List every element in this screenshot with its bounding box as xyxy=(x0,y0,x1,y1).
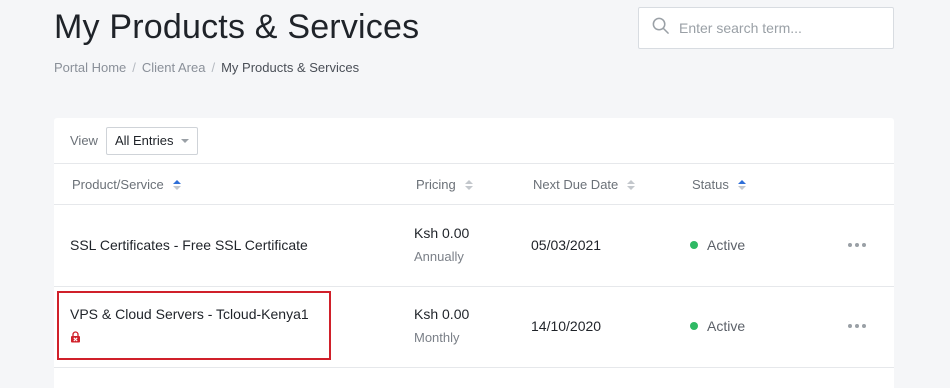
view-select[interactable]: All Entries xyxy=(105,126,199,155)
table-row[interactable]: SSL Certificates - Free SSL Certificate … xyxy=(54,206,894,287)
column-header-status[interactable]: Status xyxy=(692,177,746,192)
column-header-pricing[interactable]: Pricing xyxy=(416,177,473,192)
breadcrumb-portal-home[interactable]: Portal Home xyxy=(54,60,126,75)
status-badge: Active xyxy=(690,318,745,334)
sort-icon xyxy=(464,179,473,190)
status-label: Active xyxy=(707,237,746,253)
table-header: Product/Service Pricing Next Due Date St… xyxy=(54,164,894,205)
status-badge: Active xyxy=(690,237,745,253)
search-box[interactable] xyxy=(638,7,894,49)
pricing-cell: Ksh 0.00 Annually xyxy=(414,225,469,264)
sort-icon xyxy=(627,179,636,190)
product-name: SSL Certificates - Free SSL Certificate xyxy=(70,237,308,253)
product-cell: VPS & Cloud Servers - Tcloud-Kenya1 xyxy=(70,306,309,348)
next-due-date: 14/10/2020 xyxy=(531,318,602,334)
breadcrumb: Portal Home / Client Area / My Products … xyxy=(54,60,359,75)
table-row[interactable]: VPS & Cloud Servers - Tcloud-Kenya1 Ksh … xyxy=(54,287,894,368)
page-title: My Products & Services xyxy=(54,8,420,46)
status-dot-icon xyxy=(690,322,698,330)
column-header-next-due-date[interactable]: Next Due Date xyxy=(533,177,636,192)
column-label: Next Due Date xyxy=(533,177,619,192)
status-label: Active xyxy=(707,318,746,334)
view-select-value: All Entries xyxy=(114,133,174,148)
next-due-date: 05/03/2021 xyxy=(531,237,602,253)
billing-cycle: Monthly xyxy=(414,330,460,345)
view-filter-bar: View All Entries xyxy=(54,118,894,164)
breadcrumb-current: My Products & Services xyxy=(221,60,360,75)
billing-cycle: Annually xyxy=(414,249,464,264)
pricing-cell: Ksh 0.00 Monthly xyxy=(414,306,469,345)
chevron-down-icon xyxy=(181,138,190,143)
more-options-icon[interactable] xyxy=(848,243,866,247)
view-label: View xyxy=(70,133,98,148)
breadcrumb-separator: / xyxy=(132,60,136,75)
more-options-icon[interactable] xyxy=(848,324,866,328)
sort-icon xyxy=(172,179,181,190)
column-label: Status xyxy=(692,177,729,192)
price-amount: Ksh 0.00 xyxy=(414,225,470,241)
status-dot-icon xyxy=(690,241,698,249)
column-header-product[interactable]: Product/Service xyxy=(72,177,181,192)
search-input[interactable] xyxy=(679,20,879,36)
lock-icon xyxy=(70,330,81,347)
product-name: VPS & Cloud Servers - Tcloud-Kenya1 xyxy=(70,306,309,322)
price-amount: Ksh 0.00 xyxy=(414,306,470,322)
column-label: Pricing xyxy=(416,177,456,192)
sort-icon xyxy=(737,179,746,190)
column-label: Product/Service xyxy=(72,177,164,192)
products-card: View All Entries Product/Service Pricing… xyxy=(54,118,894,388)
search-icon xyxy=(651,16,670,40)
breadcrumb-client-area[interactable]: Client Area xyxy=(142,60,206,75)
breadcrumb-separator: / xyxy=(211,60,216,75)
